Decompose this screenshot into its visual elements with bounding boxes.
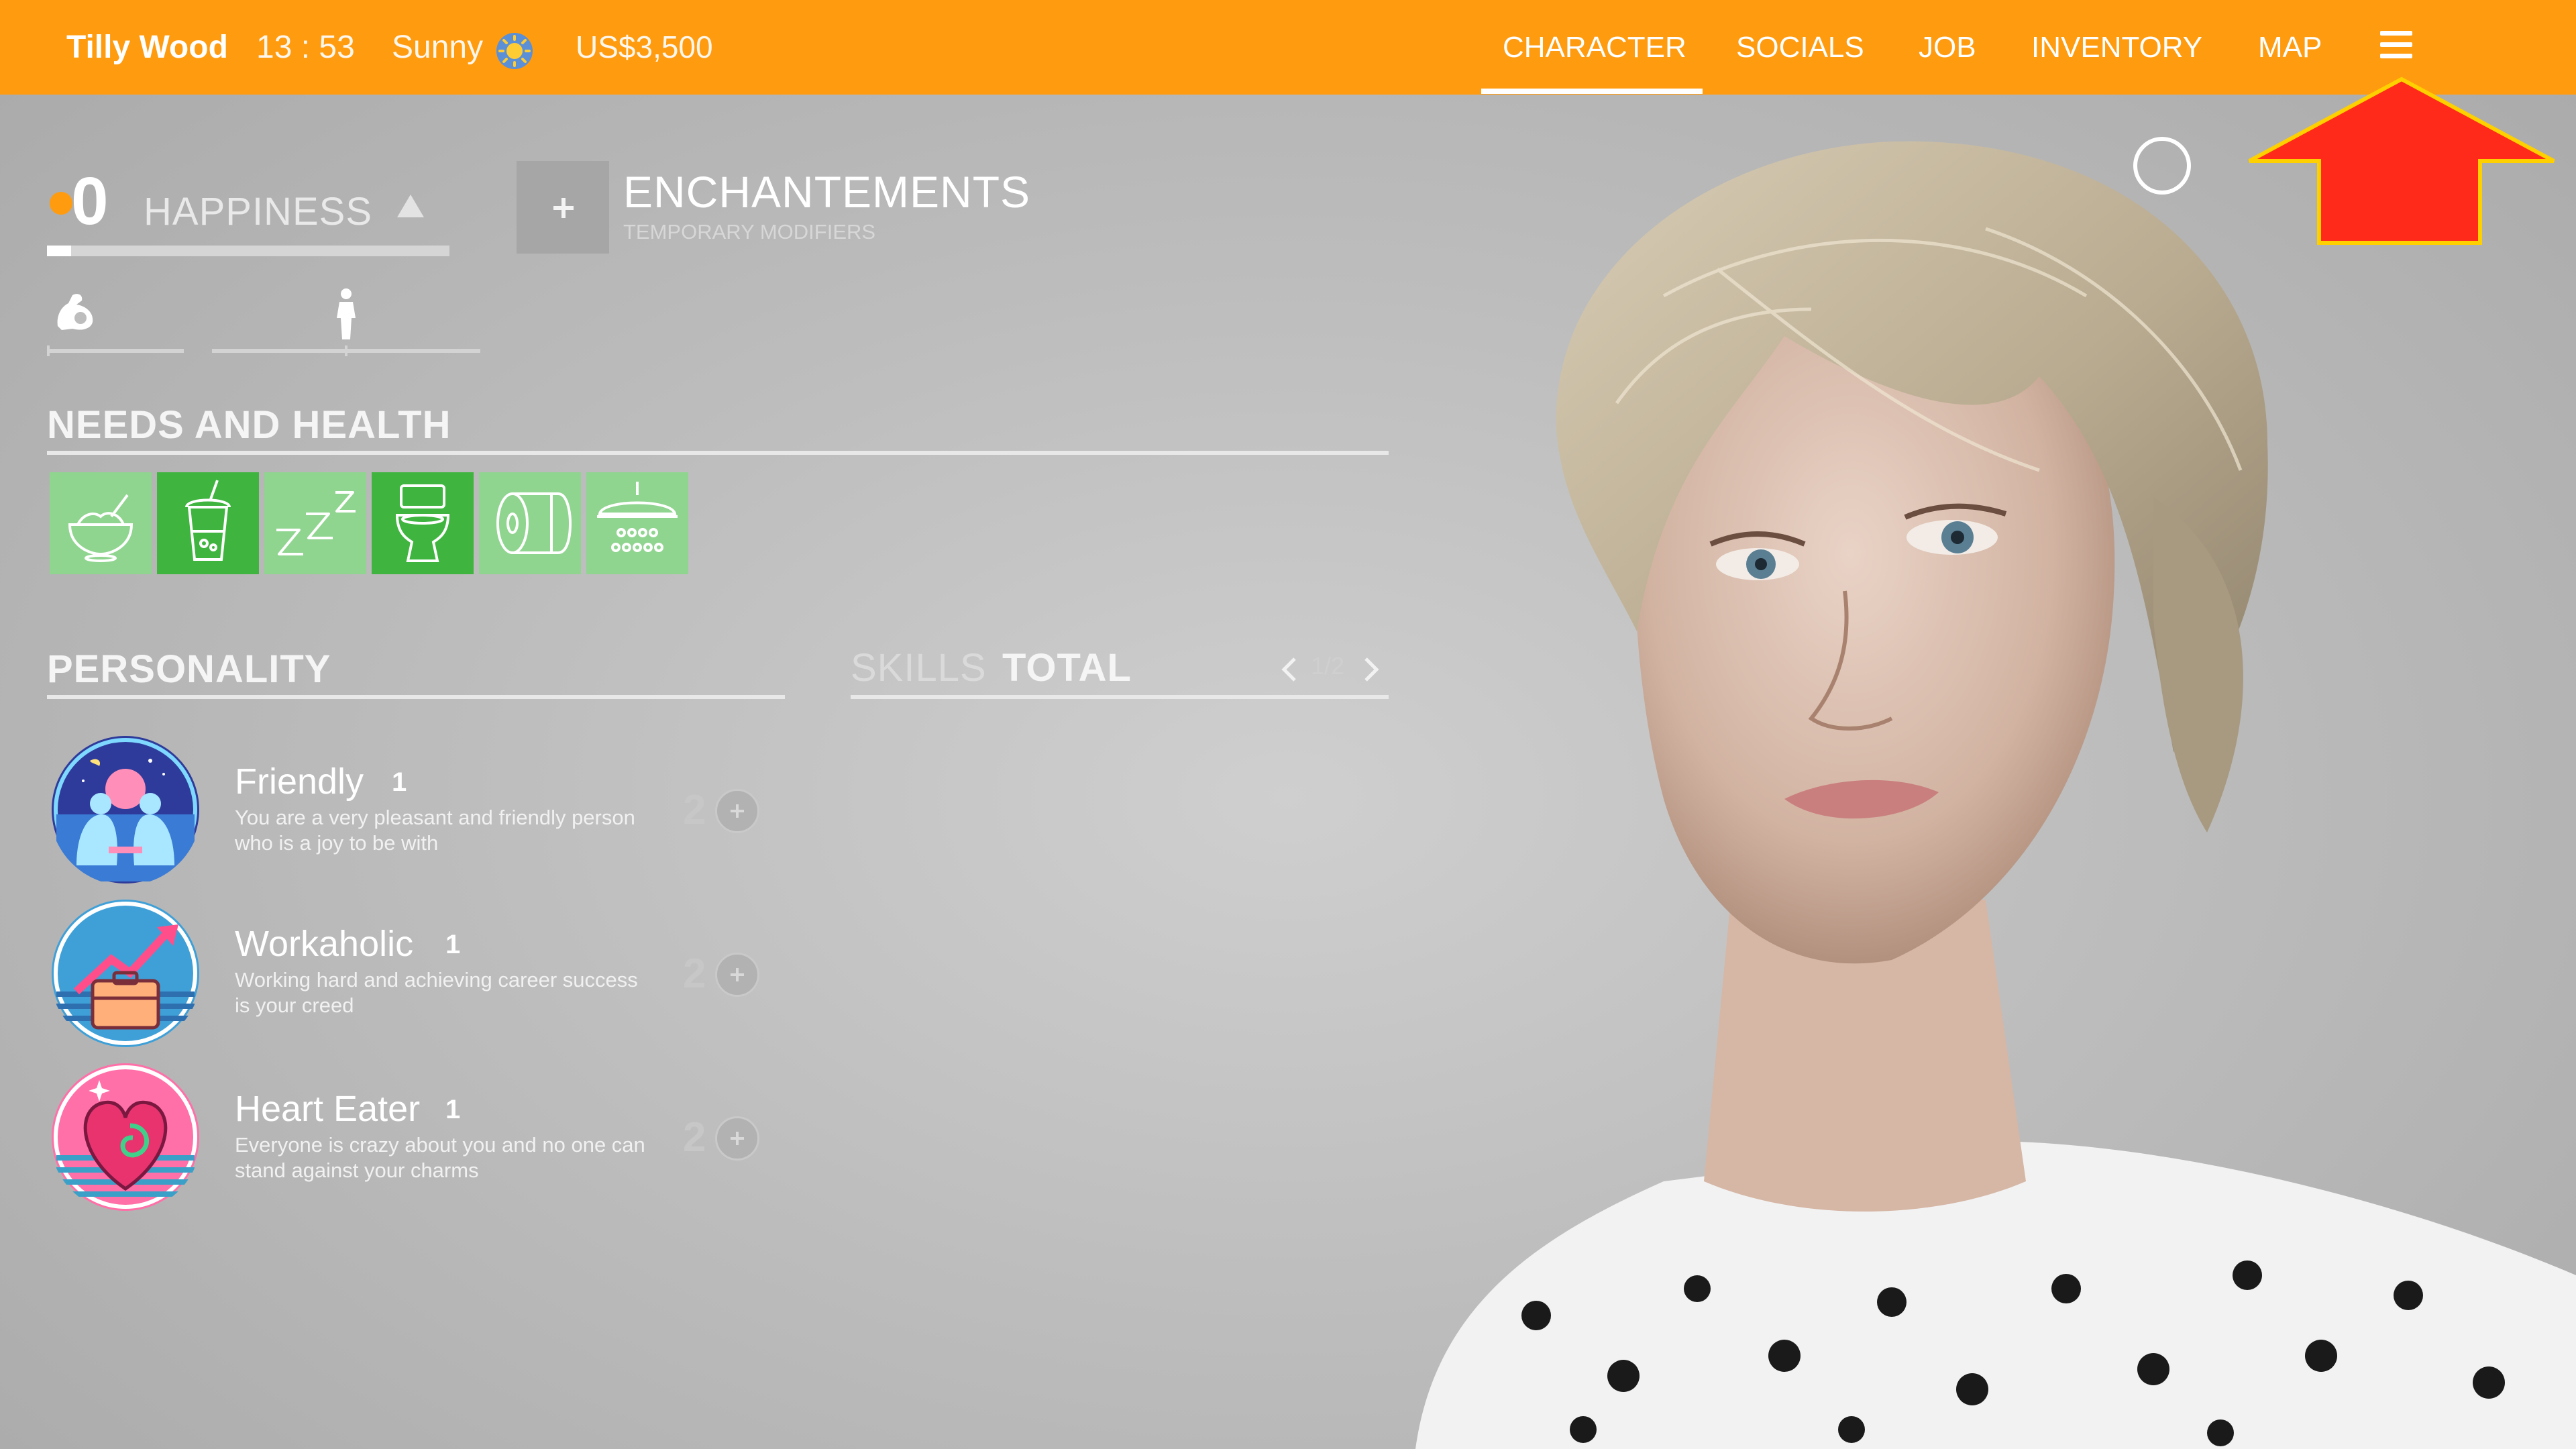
enchantements-title: ENCHANTEMENTS xyxy=(623,167,1031,217)
sleep-zzz-icon xyxy=(276,491,356,555)
needs-section-title: NEEDS AND HEALTH xyxy=(47,403,451,447)
strength-arm-icon xyxy=(57,294,93,330)
happiness-dot-icon xyxy=(50,192,72,215)
happiness-bar xyxy=(47,246,449,256)
needs-section-rule xyxy=(47,451,1389,455)
workaholic-badge-icon xyxy=(52,900,199,1047)
happiness-bar-fill xyxy=(47,246,71,256)
drink-cup-icon xyxy=(185,480,231,561)
happiness-label: HAPPINESS xyxy=(144,190,372,233)
weather-label: Sunny xyxy=(392,30,484,65)
body-figure-icon xyxy=(337,288,356,339)
body-bar-tick xyxy=(345,345,347,356)
trait-points: 2 xyxy=(683,1114,706,1161)
player-name: Tilly Wood xyxy=(66,30,228,65)
need-drink-tile[interactable] xyxy=(157,472,259,574)
personality-section-rule xyxy=(47,695,785,699)
strength-bar-tick xyxy=(47,345,50,356)
red-arrow-indicator xyxy=(2248,76,2555,245)
need-shower-tile[interactable] xyxy=(586,472,688,574)
game-clock: 13 : 53 xyxy=(256,30,355,65)
trait-name: Friendly xyxy=(235,761,364,802)
tab-character[interactable]: CHARACTER xyxy=(1503,0,1686,95)
cursor-ring-marker xyxy=(2133,137,2191,195)
skills-total-label: TOTAL xyxy=(1002,646,1132,690)
tab-inventory[interactable]: INVENTORY xyxy=(2031,0,2202,95)
trait-points: 2 xyxy=(683,787,706,833)
need-sleep-tile[interactable] xyxy=(264,472,366,574)
top-bar: Tilly Wood 13 : 53 Sunny US$3,500 CHARAC… xyxy=(0,0,2576,95)
food-bowl-icon xyxy=(68,494,133,562)
happiness-value: 0 xyxy=(71,164,109,239)
sun-icon xyxy=(496,33,533,69)
friendly-badge-icon xyxy=(52,736,199,883)
need-food-tile[interactable] xyxy=(50,472,152,574)
active-tab-indicator xyxy=(1481,89,1703,94)
trait-level: 1 xyxy=(445,930,461,959)
triangle-up-icon xyxy=(397,195,424,217)
trait-upgrade-button[interactable] xyxy=(715,953,759,997)
toilet-icon xyxy=(395,484,450,562)
trait-points: 2 xyxy=(683,951,706,997)
tab-socials[interactable]: SOCIALS xyxy=(1736,0,1864,95)
toilet-paper-icon xyxy=(496,492,572,554)
need-hygiene-tile[interactable] xyxy=(479,472,581,574)
personality-section-title: PERSONALITY xyxy=(47,647,331,691)
heart-eater-badge-icon xyxy=(52,1063,199,1211)
trait-level: 1 xyxy=(445,1095,461,1124)
shower-icon xyxy=(597,482,678,552)
chevron-right-icon[interactable] xyxy=(1359,653,1383,686)
tab-job[interactable]: JOB xyxy=(1919,0,1976,95)
trait-name: Workaholic xyxy=(235,924,414,964)
character-portrait xyxy=(1415,141,2576,1449)
trait-description: You are a very pleasant and friendly per… xyxy=(235,806,635,855)
trait-upgrade-button[interactable] xyxy=(715,1116,759,1161)
skills-page-indicator: 1/2 xyxy=(1311,652,1345,680)
trait-description: Everyone is crazy about you and no one c… xyxy=(235,1133,645,1182)
strength-bar xyxy=(47,349,184,353)
skills-label: SKILLS xyxy=(851,646,987,690)
trait-description: Working hard and achieving career succes… xyxy=(235,968,638,1017)
trait-name: Heart Eater xyxy=(235,1089,421,1129)
add-enchantement-button[interactable] xyxy=(517,161,609,254)
enchantements-subtitle: TEMPORARY MODIFIERS xyxy=(623,220,876,244)
money-balance: US$3,500 xyxy=(576,30,713,64)
chevron-left-icon[interactable] xyxy=(1277,653,1301,686)
need-toilet-tile[interactable] xyxy=(372,472,474,574)
trait-level: 1 xyxy=(392,767,407,797)
trait-upgrade-button[interactable] xyxy=(715,789,759,833)
hamburger-menu-icon[interactable] xyxy=(2380,31,2412,59)
skills-section-rule xyxy=(851,695,1389,699)
